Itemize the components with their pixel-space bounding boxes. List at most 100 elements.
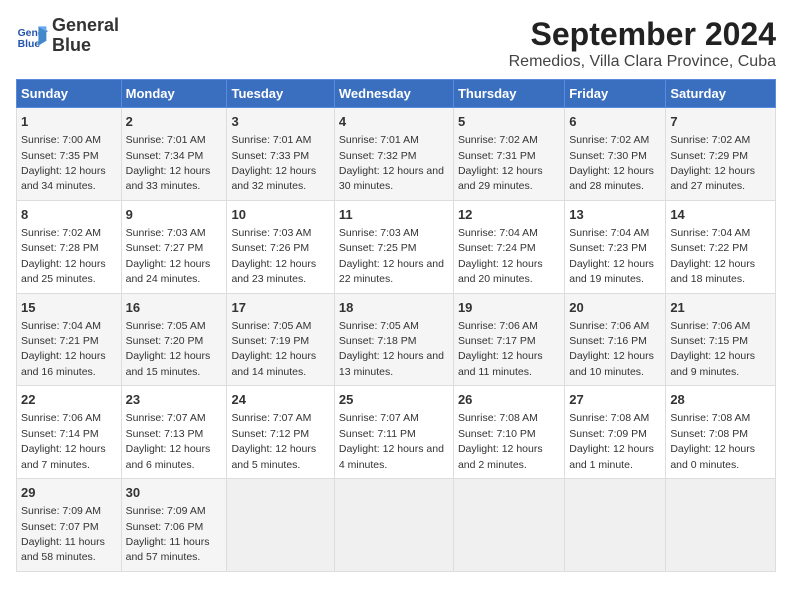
calendar-cell [666,479,776,572]
day-info: Sunrise: 7:01 AMSunset: 7:33 PMDaylight:… [231,134,316,192]
calendar-cell: 28 Sunrise: 7:08 AMSunset: 7:08 PMDayligh… [666,386,776,479]
day-info: Sunrise: 7:06 AMSunset: 7:15 PMDaylight:… [670,320,755,378]
day-info: Sunrise: 7:07 AMSunset: 7:11 PMDaylight:… [339,412,444,470]
day-info: Sunrise: 7:01 AMSunset: 7:32 PMDaylight:… [339,134,444,192]
day-number: 18 [339,299,449,317]
logo-text: General Blue [52,16,119,56]
day-info: Sunrise: 7:02 AMSunset: 7:30 PMDaylight:… [569,134,654,192]
calendar-cell: 24 Sunrise: 7:07 AMSunset: 7:12 PMDayligh… [227,386,334,479]
calendar-row: 22 Sunrise: 7:06 AMSunset: 7:14 PMDayligh… [17,386,776,479]
calendar-table: Sunday Monday Tuesday Wednesday Thursday… [16,79,776,572]
day-number: 1 [21,113,117,131]
svg-text:Blue: Blue [18,39,41,50]
day-number: 10 [231,206,329,224]
day-number: 11 [339,206,449,224]
calendar-cell: 23 Sunrise: 7:07 AMSunset: 7:13 PMDayligh… [121,386,227,479]
day-info: Sunrise: 7:08 AMSunset: 7:09 PMDaylight:… [569,412,654,470]
header-thursday: Thursday [453,80,564,108]
header-tuesday: Tuesday [227,80,334,108]
header-wednesday: Wednesday [334,80,453,108]
calendar-row: 8 Sunrise: 7:02 AMSunset: 7:28 PMDaylight… [17,200,776,293]
day-number: 15 [21,299,117,317]
calendar-row: 1 Sunrise: 7:00 AMSunset: 7:35 PMDaylight… [17,108,776,201]
day-number: 21 [670,299,771,317]
calendar-cell: 4 Sunrise: 7:01 AMSunset: 7:32 PMDaylight… [334,108,453,201]
header-monday: Monday [121,80,227,108]
day-info: Sunrise: 7:07 AMSunset: 7:12 PMDaylight:… [231,412,316,470]
calendar-cell: 1 Sunrise: 7:00 AMSunset: 7:35 PMDaylight… [17,108,122,201]
day-number: 29 [21,484,117,502]
day-number: 23 [126,391,223,409]
calendar-cell: 22 Sunrise: 7:06 AMSunset: 7:14 PMDayligh… [17,386,122,479]
day-info: Sunrise: 7:03 AMSunset: 7:26 PMDaylight:… [231,227,316,285]
day-number: 2 [126,113,223,131]
calendar-cell: 30Sunrise: 7:09 AMSunset: 7:06 PMDayligh… [121,479,227,572]
day-number: 20 [569,299,661,317]
calendar-cell: 3 Sunrise: 7:01 AMSunset: 7:33 PMDaylight… [227,108,334,201]
calendar-cell [565,479,666,572]
calendar-cell [453,479,564,572]
day-info: Sunrise: 7:08 AMSunset: 7:10 PMDaylight:… [458,412,543,470]
day-number: 26 [458,391,560,409]
day-number: 28 [670,391,771,409]
calendar-cell: 9Sunrise: 7:03 AMSunset: 7:27 PMDaylight… [121,200,227,293]
header-friday: Friday [565,80,666,108]
main-title: September 2024 [509,16,776,53]
day-info: Sunrise: 7:06 AMSunset: 7:16 PMDaylight:… [569,320,654,378]
day-number: 7 [670,113,771,131]
day-number: 12 [458,206,560,224]
calendar-cell: 14Sunrise: 7:04 AMSunset: 7:22 PMDayligh… [666,200,776,293]
calendar-cell: 2 Sunrise: 7:01 AMSunset: 7:34 PMDaylight… [121,108,227,201]
calendar-cell: 29Sunrise: 7:09 AMSunset: 7:07 PMDayligh… [17,479,122,572]
day-number: 16 [126,299,223,317]
logo: General Blue General Blue [16,16,119,56]
day-number: 8 [21,206,117,224]
day-number: 3 [231,113,329,131]
day-number: 22 [21,391,117,409]
calendar-cell: 5 Sunrise: 7:02 AMSunset: 7:31 PMDaylight… [453,108,564,201]
calendar-cell: 26 Sunrise: 7:08 AMSunset: 7:10 PMDayligh… [453,386,564,479]
day-info: Sunrise: 7:03 AMSunset: 7:27 PMDaylight:… [126,227,211,285]
day-info: Sunrise: 7:02 AMSunset: 7:31 PMDaylight:… [458,134,543,192]
day-info: Sunrise: 7:05 AMSunset: 7:20 PMDaylight:… [126,320,211,378]
day-info: Sunrise: 7:00 AMSunset: 7:35 PMDaylight:… [21,134,106,192]
day-number: 6 [569,113,661,131]
calendar-cell [227,479,334,572]
calendar-row: 29Sunrise: 7:09 AMSunset: 7:07 PMDayligh… [17,479,776,572]
day-info: Sunrise: 7:06 AMSunset: 7:17 PMDaylight:… [458,320,543,378]
calendar-cell [334,479,453,572]
day-info: Sunrise: 7:04 AMSunset: 7:21 PMDaylight:… [21,320,106,378]
day-info: Sunrise: 7:02 AMSunset: 7:28 PMDaylight:… [21,227,106,285]
calendar-cell: 13Sunrise: 7:04 AMSunset: 7:23 PMDayligh… [565,200,666,293]
calendar-cell: 11Sunrise: 7:03 AMSunset: 7:25 PMDayligh… [334,200,453,293]
day-info: Sunrise: 7:08 AMSunset: 7:08 PMDaylight:… [670,412,755,470]
day-number: 13 [569,206,661,224]
day-info: Sunrise: 7:06 AMSunset: 7:14 PMDaylight:… [21,412,106,470]
day-info: Sunrise: 7:02 AMSunset: 7:29 PMDaylight:… [670,134,755,192]
calendar-cell: 10 Sunrise: 7:03 AMSunset: 7:26 PMDayligh… [227,200,334,293]
logo-icon: General Blue [16,20,48,52]
calendar-cell: 6 Sunrise: 7:02 AMSunset: 7:30 PMDaylight… [565,108,666,201]
day-info: Sunrise: 7:05 AMSunset: 7:19 PMDaylight:… [231,320,316,378]
calendar-cell: 27Sunrise: 7:08 AMSunset: 7:09 PMDayligh… [565,386,666,479]
day-number: 4 [339,113,449,131]
day-number: 17 [231,299,329,317]
day-info: Sunrise: 7:07 AMSunset: 7:13 PMDaylight:… [126,412,211,470]
day-info: Sunrise: 7:04 AMSunset: 7:22 PMDaylight:… [670,227,755,285]
day-number: 5 [458,113,560,131]
calendar-cell: 15 Sunrise: 7:04 AMSunset: 7:21 PMDayligh… [17,293,122,386]
calendar-cell: 8 Sunrise: 7:02 AMSunset: 7:28 PMDaylight… [17,200,122,293]
calendar-header-row: Sunday Monday Tuesday Wednesday Thursday… [17,80,776,108]
day-number: 24 [231,391,329,409]
day-info: Sunrise: 7:01 AMSunset: 7:34 PMDaylight:… [126,134,211,192]
day-info: Sunrise: 7:09 AMSunset: 7:06 PMDaylight:… [126,505,210,563]
calendar-cell: 21 Sunrise: 7:06 AMSunset: 7:15 PMDayligh… [666,293,776,386]
header-saturday: Saturday [666,80,776,108]
calendar-cell: 12Sunrise: 7:04 AMSunset: 7:24 PMDayligh… [453,200,564,293]
subtitle: Remedios, Villa Clara Province, Cuba [509,53,776,71]
calendar-cell: 17 Sunrise: 7:05 AMSunset: 7:19 PMDayligh… [227,293,334,386]
calendar-cell: 16 Sunrise: 7:05 AMSunset: 7:20 PMDayligh… [121,293,227,386]
calendar-row: 15 Sunrise: 7:04 AMSunset: 7:21 PMDayligh… [17,293,776,386]
header-sunday: Sunday [17,80,122,108]
day-number: 25 [339,391,449,409]
